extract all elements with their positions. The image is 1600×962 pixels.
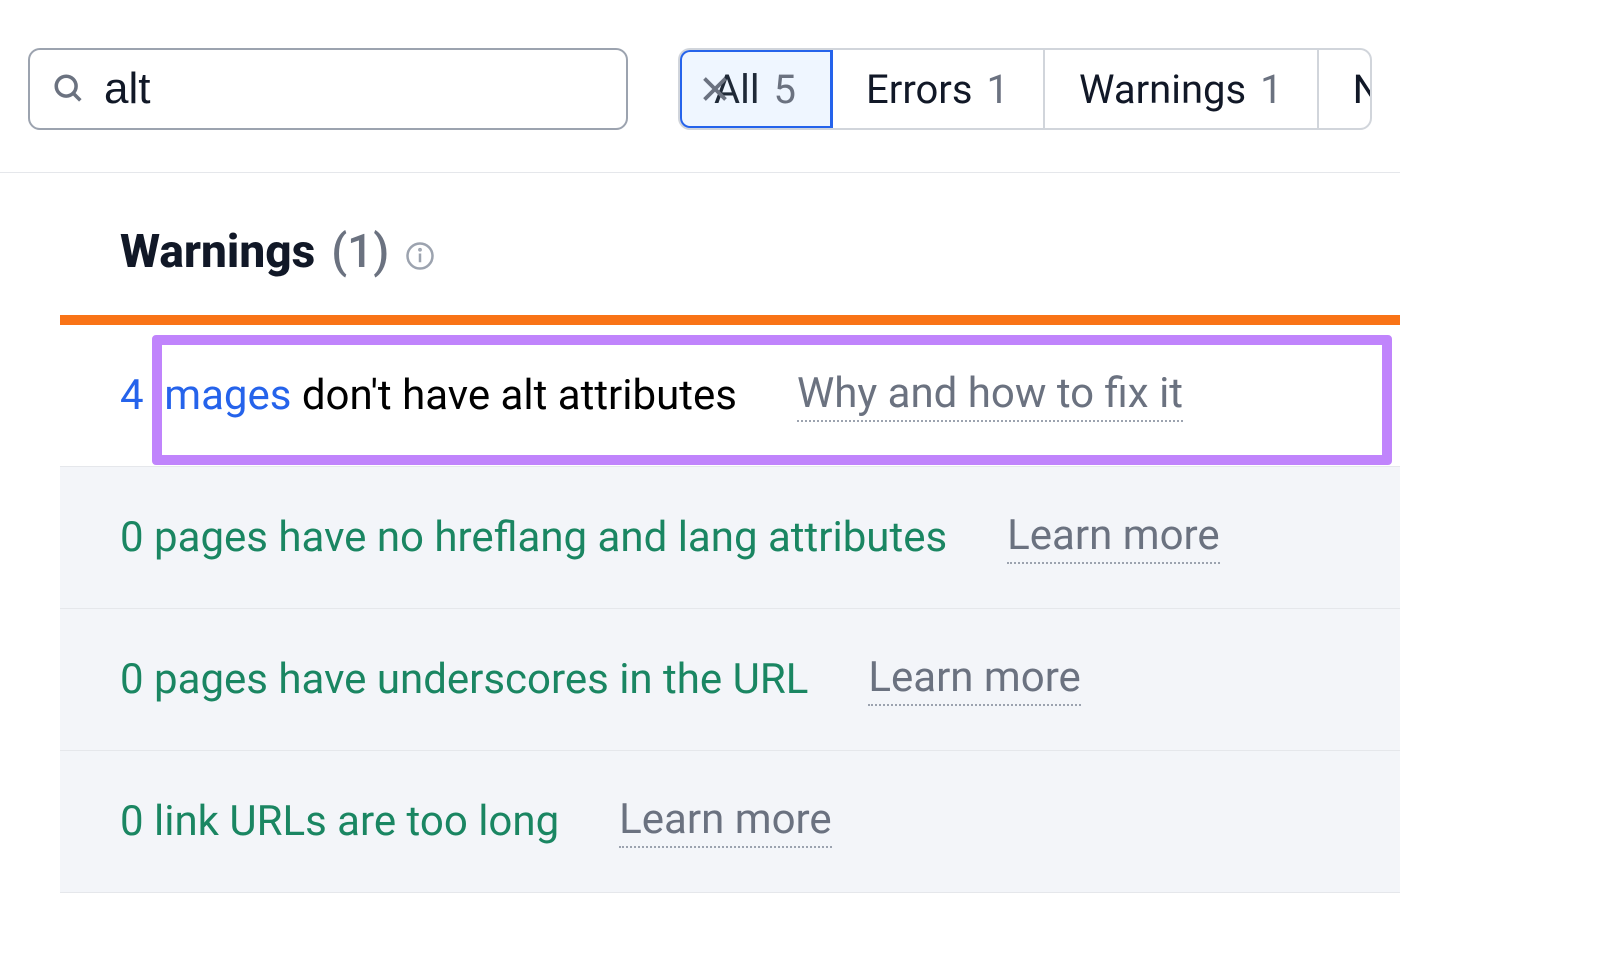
filter-tab-notices[interactable]: Notices 3 (1319, 50, 1372, 128)
filter-tab-label: Notices (1353, 66, 1372, 113)
filter-tab-count: 5 (774, 66, 796, 113)
issue-action-link[interactable]: Learn more (1007, 511, 1219, 564)
info-icon[interactable] (405, 241, 435, 271)
issue-text: 0 pages have underscores in the URL (120, 655, 808, 704)
section-accent-bar (60, 315, 1400, 325)
issue-action-link[interactable]: Learn more (868, 653, 1080, 706)
filter-tab-count: 1 (1260, 66, 1282, 113)
issue-link[interactable]: 4 images (120, 371, 291, 420)
section-title: Warnings (120, 225, 315, 279)
issue-zero-text: 0 pages have underscores in the URL (120, 655, 808, 704)
filter-tab-errors[interactable]: Errors 1 (832, 50, 1045, 128)
issue-row[interactable]: 0 link URLs are too long Learn more (60, 751, 1400, 893)
section-header: Warnings (1) (60, 173, 1400, 315)
issue-row[interactable]: 4 images don't have alt attributes Why a… (60, 325, 1400, 467)
search-input[interactable] (104, 64, 679, 114)
issue-action-link[interactable]: Why and how to fix it (797, 369, 1183, 422)
clear-icon[interactable] (697, 71, 733, 107)
filter-tabs: All 5 Errors 1 Warnings 1 Notices 3 (678, 48, 1372, 130)
issue-row[interactable]: 0 pages have underscores in the URL Lear… (60, 609, 1400, 751)
search-field[interactable] (28, 48, 628, 130)
filter-tab-label: Warnings (1079, 66, 1246, 113)
issue-text: 0 pages have no hreflang and lang attrib… (120, 513, 947, 562)
issue-rest: don't have alt attributes (291, 371, 736, 420)
issue-text: 4 images don't have alt attributes (120, 371, 737, 420)
search-wrap (28, 48, 628, 130)
issue-row[interactable]: 0 pages have no hreflang and lang attrib… (60, 467, 1400, 609)
filter-tab-warnings[interactable]: Warnings 1 (1045, 50, 1319, 128)
issue-text: 0 link URLs are too long (120, 797, 559, 846)
search-icon (52, 72, 86, 106)
section-count: (1) (331, 225, 389, 279)
issue-zero-text: 0 link URLs are too long (120, 797, 559, 846)
issue-zero-text: 0 pages have no hreflang and lang attrib… (120, 513, 947, 562)
filter-tab-count: 1 (987, 66, 1009, 113)
issue-row-wrap: 4 images don't have alt attributes Why a… (60, 325, 1400, 467)
issues-panel: Warnings (1) 4 images don't have alt att… (0, 173, 1400, 893)
filter-tab-label: Errors (866, 66, 972, 113)
issue-action-link[interactable]: Learn more (619, 795, 831, 848)
toolbar: All 5 Errors 1 Warnings 1 Notices 3 (0, 0, 1400, 173)
